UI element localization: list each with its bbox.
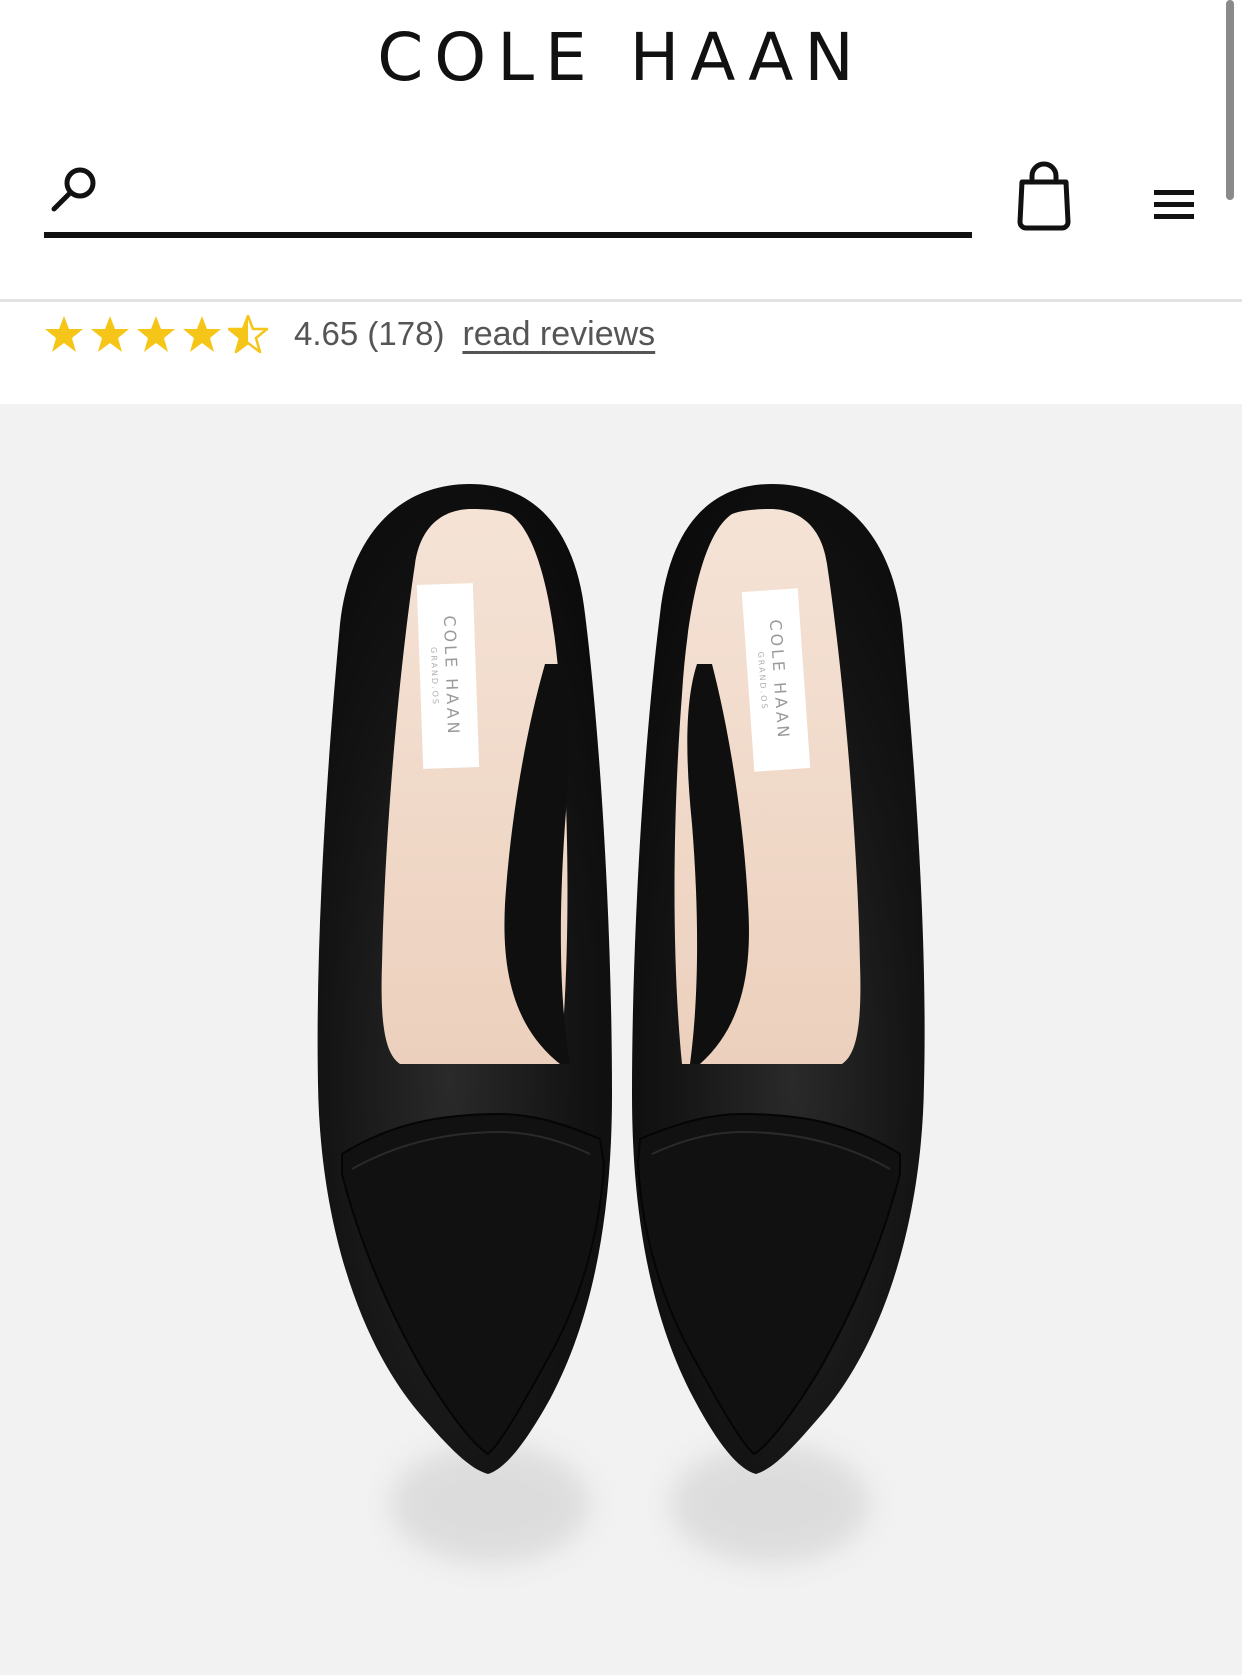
- right-shoe: COLE HAAN GRAND.OS: [632, 484, 925, 1474]
- search-input[interactable]: [118, 160, 962, 222]
- brand-logo[interactable]: COLE HAAN: [0, 18, 1242, 98]
- shopping-bag-icon: [1017, 161, 1071, 231]
- left-shoe: COLE HAAN GRAND.OS: [317, 484, 612, 1474]
- shopping-bag-button[interactable]: [1012, 160, 1076, 232]
- star-full-icon: [45, 316, 83, 352]
- hamburger-menu-icon: [1154, 190, 1194, 219]
- star-full-icon: [137, 316, 175, 352]
- rating-summary: 4.65 (178): [294, 315, 445, 352]
- shoes-photo: COLE HAAN GRAND.OS COLE HAAN GRAND.OS: [317, 484, 925, 1564]
- search-icon[interactable]: [48, 162, 102, 216]
- read-reviews-link[interactable]: read reviews: [462, 315, 655, 354]
- star-half-icon: [228, 314, 268, 354]
- product-rating: 4.65 (178) read reviews: [44, 308, 655, 360]
- menu-button[interactable]: [1146, 176, 1202, 232]
- search-bar[interactable]: [44, 150, 972, 238]
- scrollbar[interactable]: [1226, 0, 1234, 200]
- star-full-icon: [91, 316, 129, 352]
- star-rating: [44, 314, 268, 354]
- product-page: COLE HAAN 4.65 (178) read reviews COLE H…: [0, 0, 1242, 1675]
- product-image[interactable]: COLE HAAN GRAND.OS COLE HAAN GRAND.OS: [0, 404, 1242, 1675]
- star-full-icon: [183, 316, 221, 352]
- site-header: COLE HAAN: [0, 0, 1242, 302]
